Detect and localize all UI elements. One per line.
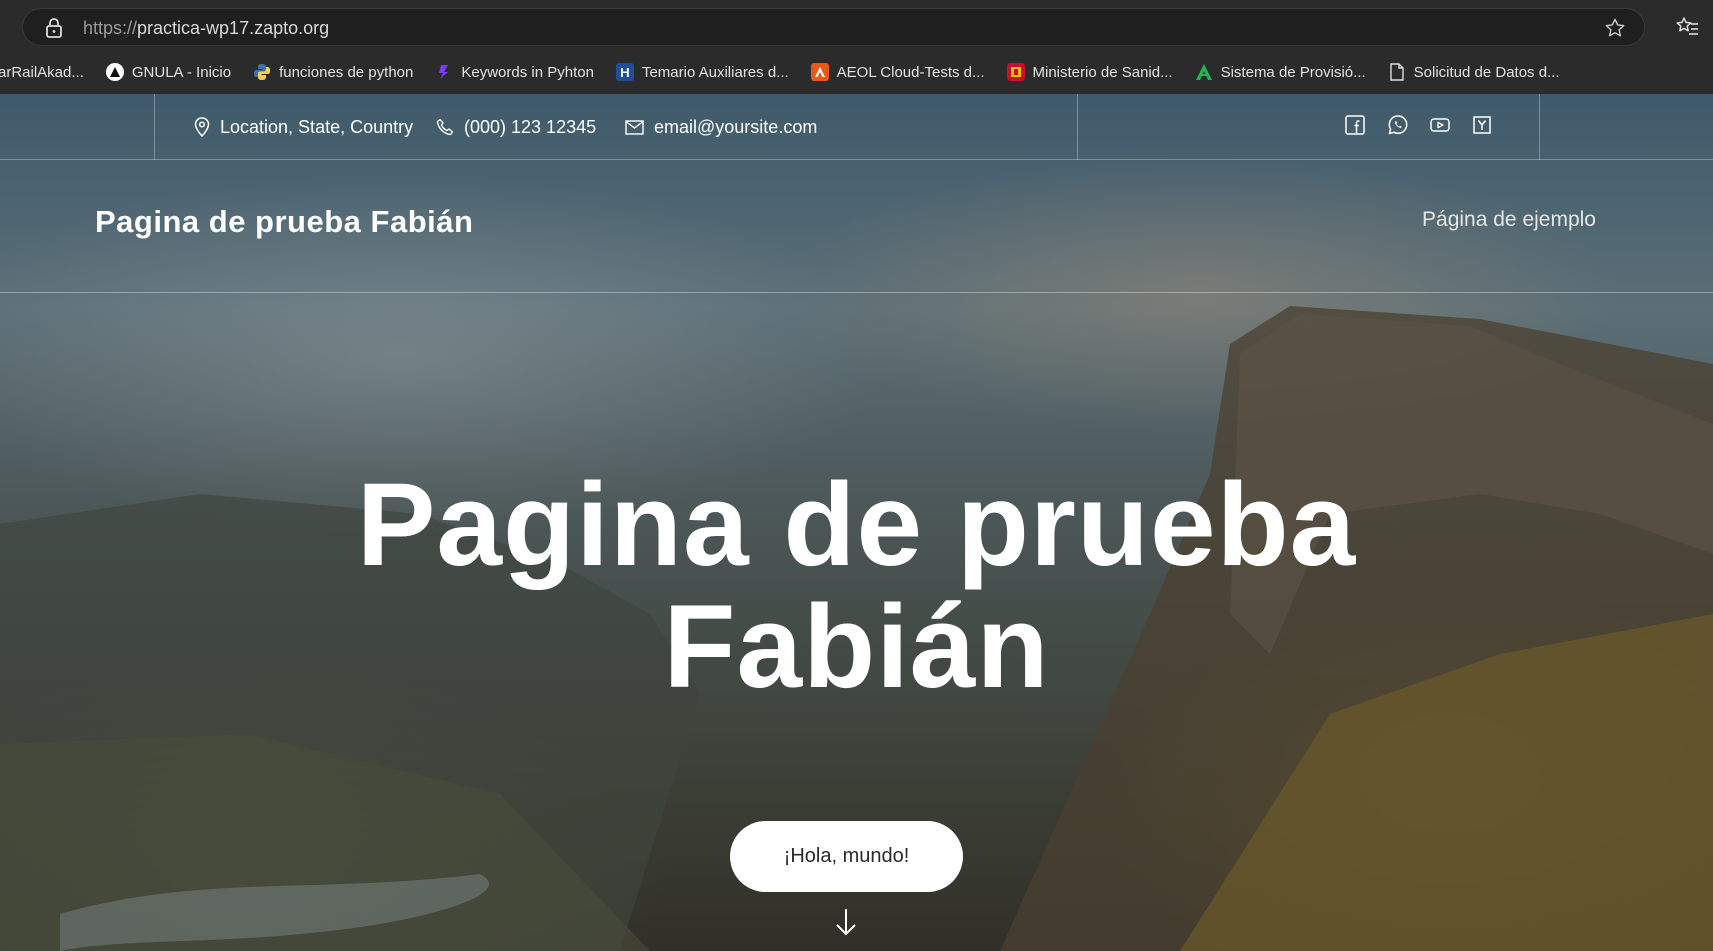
hero-button[interactable]: ¡Hola, mundo!	[730, 821, 963, 892]
arrow-down-icon[interactable]	[834, 906, 858, 938]
bookmark-label: Keywords in Pyhton	[461, 63, 594, 81]
browser-chrome: https://practica-wp17.zapto.org arRailAk…	[0, 0, 1713, 94]
site-header: Pagina de prueba Fabián Página de ejempl…	[0, 160, 1713, 293]
email-item[interactable]: email@yoursite.com	[625, 94, 817, 160]
facebook-icon[interactable]	[1344, 114, 1366, 136]
bookmark-label: AEOL Cloud-Tests d...	[836, 63, 985, 81]
keywords-icon	[435, 63, 453, 81]
h-icon: H	[615, 63, 634, 81]
divider	[1539, 94, 1540, 160]
bookmark-item[interactable]: AEOL Cloud-Tests d...	[810, 63, 985, 81]
hero-title: Pagina de prueba Fabián	[0, 464, 1713, 708]
bookmark-label: Temario Auxiliares d...	[641, 63, 789, 81]
gnula-icon	[105, 63, 124, 81]
bookmark-item[interactable]: arRailAkad...	[0, 64, 84, 81]
python-icon	[253, 63, 271, 81]
bookmark-item[interactable]: Sistema de Provisió...	[1195, 63, 1366, 81]
phone-item[interactable]: (000) 123 12345	[436, 94, 596, 160]
web-page: Location, State, Country (000) 123 12345…	[0, 94, 1713, 951]
url-text[interactable]: https://practica-wp17.zapto.org	[83, 18, 329, 39]
phone-text: (000) 123 12345	[464, 116, 597, 137]
bookmark-item[interactable]: H Temario Auxiliares d...	[615, 63, 789, 81]
divider	[154, 94, 155, 160]
bookmark-item[interactable]: GNULA - Inicio	[105, 63, 232, 81]
bookmark-label: Sistema de Provisió...	[1220, 63, 1366, 81]
bookmark-label: arRailAkad...	[0, 63, 84, 81]
top-contact-bar: Location, State, Country (000) 123 12345…	[0, 94, 1713, 160]
site-title[interactable]: Pagina de prueba Fabián	[95, 204, 473, 240]
map-pin-icon	[194, 117, 210, 137]
hero-title-line: Fabián	[663, 581, 1050, 713]
youtube-icon[interactable]	[1429, 114, 1451, 136]
lock-icon[interactable]	[45, 18, 63, 38]
bookmark-item[interactable]: Solicitud de Datos d...	[1388, 63, 1560, 81]
hero-title-line: Pagina de prueba	[356, 459, 1357, 591]
whatsapp-icon[interactable]	[1387, 114, 1409, 136]
bookmark-item[interactable]: funciones de python	[253, 63, 413, 81]
star-icon[interactable]	[1604, 17, 1626, 39]
bookmark-item[interactable]: Ministerio de Sanid...	[1006, 63, 1173, 81]
favorites-icon[interactable]	[1675, 15, 1699, 39]
bookmark-label: GNULA - Inicio	[131, 63, 232, 81]
yelp-icon[interactable]	[1471, 114, 1493, 136]
location-text: Location, State, Country	[220, 116, 414, 137]
aeol-icon	[810, 63, 829, 81]
email-text: email@yoursite.com	[654, 116, 818, 137]
url-protocol: https://	[83, 18, 138, 38]
divider	[1077, 94, 1078, 160]
document-icon	[1388, 63, 1406, 81]
url-host: practica-wp17.zapto.org	[137, 18, 330, 38]
phone-icon	[436, 118, 454, 136]
location-item: Location, State, Country	[194, 94, 413, 160]
bookmark-label: Ministerio de Sanid...	[1032, 63, 1173, 81]
a-icon	[1195, 63, 1213, 81]
bookmark-label: funciones de python	[279, 63, 414, 81]
bookmark-label: Solicitud de Datos d...	[1413, 63, 1560, 81]
ministerio-icon	[1006, 63, 1025, 81]
mail-icon	[625, 119, 644, 135]
nav-link-pagina-de-ejemplo[interactable]: Página de ejemplo	[1422, 208, 1596, 232]
address-bar[interactable]: https://practica-wp17.zapto.org	[22, 8, 1645, 46]
bookmark-item[interactable]: Keywords in Pyhton	[435, 63, 594, 81]
bookmarks-bar: arRailAkad... GNULA - Inicio funciones d…	[0, 58, 1713, 86]
